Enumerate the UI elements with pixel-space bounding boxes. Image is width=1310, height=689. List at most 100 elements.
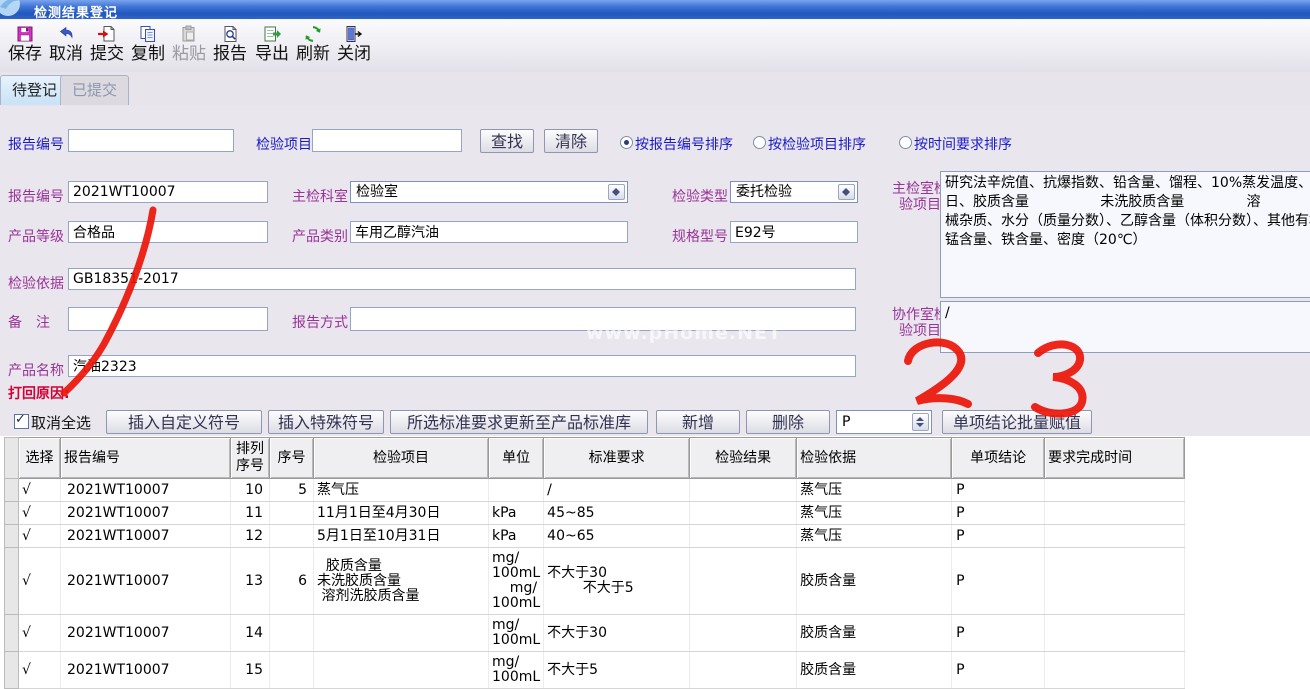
cell-conclusion[interactable]: P (952, 525, 1045, 548)
report-button[interactable]: 报告 (210, 23, 250, 69)
tab-pending[interactable]: 待登记 (0, 75, 69, 105)
cell-seq_no[interactable] (270, 502, 314, 525)
inspect-basis-input[interactable] (68, 268, 856, 290)
cell-unit[interactable]: kPa (489, 502, 544, 525)
main-items-textarea[interactable]: 研究法辛烷值、抗爆指数、铅含量、馏程、10%蒸发温度、50%蒸 日、胶质含量 未… (940, 171, 1310, 298)
find-button[interactable]: 查找 (480, 129, 534, 153)
conclusion-combo[interactable]: P (836, 410, 932, 434)
cell-unit[interactable] (489, 479, 544, 502)
add-button[interactable]: 新增 (656, 410, 740, 434)
cell-item[interactable] (314, 652, 489, 689)
submit-button[interactable]: 提交 (87, 23, 127, 69)
cell-result[interactable] (690, 615, 797, 652)
cell-unit[interactable]: kPa (489, 525, 544, 548)
cell-basis[interactable]: 胶质含量 (797, 548, 952, 615)
copy-button[interactable]: 复制 (128, 23, 168, 69)
cell-check[interactable]: √ (19, 502, 61, 525)
cell-check[interactable]: √ (19, 615, 61, 652)
sort-by-item-radio[interactable] (753, 136, 766, 149)
cell-report_no[interactable]: 2021WT10007 (61, 615, 231, 652)
report-no-input[interactable] (68, 181, 268, 203)
cell-result[interactable] (690, 479, 797, 502)
uncheck-all-checkbox[interactable] (14, 414, 29, 429)
cell-conclusion[interactable]: P (952, 652, 1045, 689)
product-name-input[interactable] (68, 355, 856, 377)
sort-by-report-radio[interactable] (620, 136, 633, 149)
search-report-no-input[interactable] (68, 129, 234, 152)
cell-finish_time[interactable] (1045, 615, 1185, 652)
cell-finish_time[interactable] (1045, 548, 1185, 615)
cell-basis[interactable]: 胶质含量 (797, 652, 952, 689)
report-method-input[interactable] (350, 307, 856, 331)
cell-report_no[interactable]: 2021WT10007 (61, 548, 231, 615)
cancel-button[interactable]: 取消 (46, 23, 86, 69)
combo-spinner-icon[interactable] (838, 184, 855, 200)
update-standard-button[interactable]: 所选标准要求更新至产品标准库 (390, 410, 648, 434)
save-button[interactable]: 保存 (5, 23, 45, 69)
cell-finish_time[interactable] (1045, 652, 1185, 689)
cell-std_req[interactable]: 40~65 (544, 525, 690, 548)
cell-finish_time[interactable] (1045, 479, 1185, 502)
cell-report_no[interactable]: 2021WT10007 (61, 525, 231, 548)
cell-unit[interactable]: mg/ 100mL mg/ 100mL (489, 548, 544, 615)
main-dept-combo[interactable]: 检验室 (350, 181, 628, 203)
cell-item[interactable]: 胶质含量 未洗胶质含量 溶剂洗胶质含量 (314, 548, 489, 615)
cell-unit[interactable]: mg/ 100mL (489, 652, 544, 689)
cell-seq_no[interactable] (270, 525, 314, 548)
cell-order_no[interactable]: 14 (231, 615, 270, 652)
cell-item[interactable]: 11月1日至4月30日 (314, 502, 489, 525)
cell-check[interactable]: √ (19, 525, 61, 548)
cell-item[interactable] (314, 615, 489, 652)
cell-conclusion[interactable]: P (952, 479, 1045, 502)
cell-report_no[interactable]: 2021WT10007 (61, 479, 231, 502)
cell-result[interactable] (690, 502, 797, 525)
inspect-type-combo[interactable]: 委托检验 (730, 181, 858, 203)
cell-check[interactable]: √ (19, 652, 61, 689)
cell-order_no[interactable]: 15 (231, 652, 270, 689)
combo-spinner-icon[interactable] (608, 184, 625, 200)
cell-seq_no[interactable]: 6 (270, 548, 314, 615)
cell-finish_time[interactable] (1045, 525, 1185, 548)
cell-conclusion[interactable]: P (952, 502, 1045, 525)
cell-std_req[interactable]: 不大于5 (544, 652, 690, 689)
cell-order_no[interactable]: 11 (231, 502, 270, 525)
cell-result[interactable] (690, 548, 797, 615)
search-item-input[interactable] (312, 129, 462, 152)
cell-basis[interactable]: 蒸气压 (797, 479, 952, 502)
insert-custom-symbol-button[interactable]: 插入自定义符号 (106, 410, 262, 434)
cell-check[interactable]: √ (19, 548, 61, 615)
cell-basis[interactable]: 蒸气压 (797, 502, 952, 525)
cell-seq_no[interactable]: 5 (270, 479, 314, 502)
cell-basis[interactable]: 蒸气压 (797, 525, 952, 548)
cell-std_req[interactable]: 不大于30 (544, 615, 690, 652)
cell-check[interactable]: √ (19, 479, 61, 502)
cell-conclusion[interactable]: P (952, 548, 1045, 615)
cell-order_no[interactable]: 12 (231, 525, 270, 548)
coop-items-textarea[interactable]: / (940, 301, 1310, 353)
close-button[interactable]: 关闭 (334, 23, 374, 69)
export-button[interactable]: 导出 (252, 23, 292, 69)
cell-std_req[interactable]: / (544, 479, 690, 502)
batch-assign-button[interactable]: 单项结论批量赋值 (942, 410, 1092, 434)
cell-conclusion[interactable]: P (952, 615, 1045, 652)
combo-spinner-icon[interactable] (912, 413, 929, 431)
tab-submitted[interactable]: 已提交 (60, 75, 129, 105)
cell-report_no[interactable]: 2021WT10007 (61, 502, 231, 525)
cell-seq_no[interactable] (270, 652, 314, 689)
insert-special-symbol-button[interactable]: 插入特殊符号 (268, 410, 384, 434)
product-type-input[interactable] (350, 221, 628, 243)
refresh-button[interactable]: 刷新 (293, 23, 333, 69)
cell-basis[interactable]: 胶质含量 (797, 615, 952, 652)
cell-order_no[interactable]: 13 (231, 548, 270, 615)
cell-seq_no[interactable] (270, 615, 314, 652)
product-grade-input[interactable] (68, 221, 268, 243)
spec-model-input[interactable] (730, 221, 858, 243)
cell-std_req[interactable]: 不大于30 不大于5 (544, 548, 690, 615)
sort-by-time-radio[interactable] (899, 136, 912, 149)
delete-button[interactable]: 删除 (746, 410, 830, 434)
remark-input[interactable] (68, 307, 268, 331)
cell-std_req[interactable]: 45~85 (544, 502, 690, 525)
cell-order_no[interactable]: 10 (231, 479, 270, 502)
clear-button[interactable]: 清除 (544, 129, 598, 153)
cell-unit[interactable]: mg/ 100mL (489, 615, 544, 652)
